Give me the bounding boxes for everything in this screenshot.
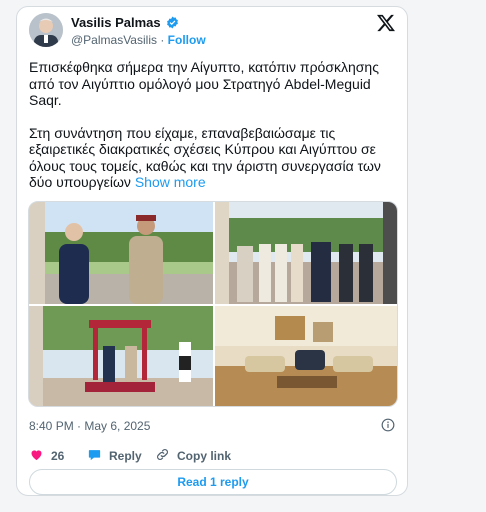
follow-link[interactable]: Follow: [168, 33, 206, 47]
handle-line: @PalmasVasilis · Follow: [71, 33, 206, 47]
author-name[interactable]: Vasilis Palmas: [71, 15, 161, 30]
photo-2[interactable]: [215, 202, 397, 304]
post-paragraph-2: Στη συνάντηση που είχαμε, επαναβεβαιώσαμ…: [29, 125, 403, 191]
copy-link-button[interactable]: Copy link: [155, 447, 231, 465]
post-paragraph-1: Επισκέφθηκα σήμερα την Αίγυπτο, κατόπιν …: [29, 59, 379, 108]
read-replies-button[interactable]: Read 1 reply: [29, 469, 397, 495]
author-name-row[interactable]: Vasilis Palmas: [71, 15, 179, 32]
photo-4[interactable]: [215, 306, 397, 406]
photo-3[interactable]: [29, 306, 213, 406]
reply-label: Reply: [109, 449, 142, 463]
avatar[interactable]: [29, 13, 63, 47]
copy-link-label: Copy link: [177, 449, 232, 463]
author-handle[interactable]: @PalmasVasilis: [71, 33, 157, 47]
reply-icon: [87, 447, 102, 465]
verified-badge-icon: [166, 16, 179, 32]
show-more-link[interactable]: Show more: [135, 174, 206, 190]
photo-grid: [28, 201, 398, 407]
heart-icon: [29, 447, 44, 465]
post-text: Επισκέφθηκα σήμερα την Αίγυπτο, κατόπιν …: [29, 59, 403, 207]
like-button[interactable]: 26: [29, 447, 64, 465]
timestamp[interactable]: 8:40 PM · May 6, 2025: [29, 419, 150, 433]
photo-1[interactable]: [29, 202, 213, 304]
link-icon: [155, 447, 170, 465]
separator-dot: ·: [160, 33, 165, 47]
like-count: 26: [51, 449, 65, 463]
info-icon[interactable]: [381, 418, 395, 432]
x-logo-icon[interactable]: [376, 13, 396, 33]
reply-button[interactable]: Reply: [87, 447, 142, 465]
post-card: Vasilis Palmas @PalmasVasilis · Follow Ε…: [16, 6, 408, 496]
